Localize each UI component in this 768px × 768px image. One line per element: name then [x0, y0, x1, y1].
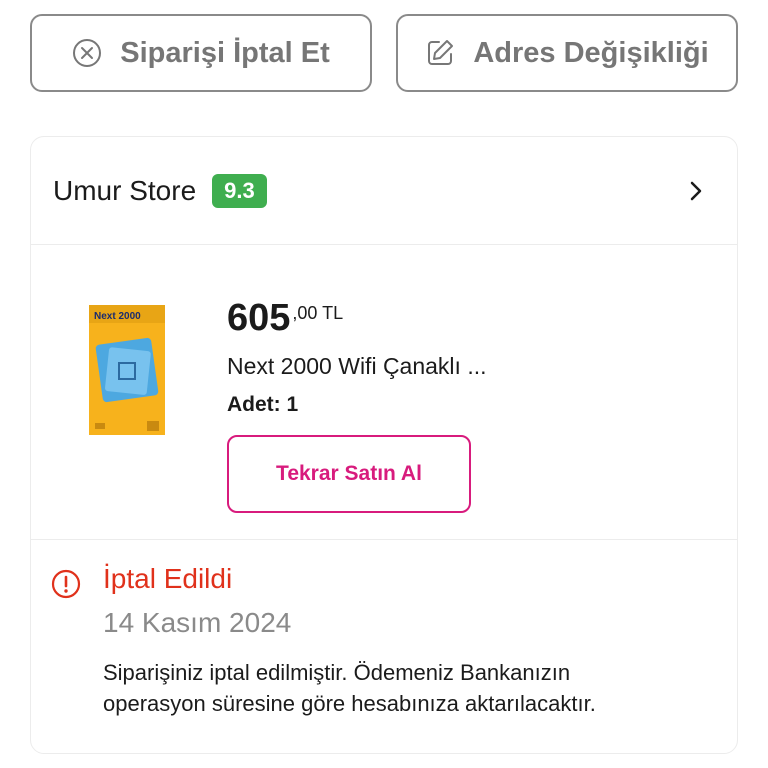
cancel-order-label: Siparişi İptal Et	[120, 36, 330, 69]
close-circle-icon	[72, 38, 102, 68]
cancel-order-button[interactable]: Siparişi İptal Et	[30, 14, 372, 92]
store-rating-badge: 9.3	[212, 173, 267, 208]
product-price: 605,00 TL	[227, 297, 343, 340]
chevron-right-icon[interactable]	[689, 181, 703, 206]
product-quantity: Adet: 1	[227, 393, 299, 416]
order-status-label: İptal Edildi	[103, 563, 233, 594]
section-divider	[31, 539, 737, 540]
product-name[interactable]: Next 2000 Wifi Çanaklı ...	[227, 353, 487, 380]
order-status-date: 14 Kasım 2024	[103, 607, 292, 638]
change-address-button[interactable]: Adres Değişikliği	[396, 14, 738, 92]
alert-circle-icon	[51, 569, 81, 604]
buy-again-button[interactable]: Tekrar Satın Al	[227, 435, 471, 513]
change-address-label: Adres Değişikliği	[473, 36, 709, 69]
buy-again-label: Tekrar Satın Al	[276, 462, 422, 485]
product-image[interactable]: Next 2000	[89, 305, 165, 435]
store-row[interactable]: Umur Store 9.3	[31, 137, 737, 245]
price-fraction: ,00 TL	[292, 303, 344, 323]
price-main: 605	[227, 297, 291, 339]
order-status-description: Siparişiniz iptal edilmiştir. Ödemeniz B…	[103, 660, 596, 716]
product-image-text: Next 2000	[94, 311, 141, 322]
order-card: Umur Store 9.3 Next 2000 605,00 TL Next …	[30, 136, 738, 754]
store-name: Umur Store	[53, 174, 197, 206]
edit-icon	[425, 38, 455, 68]
